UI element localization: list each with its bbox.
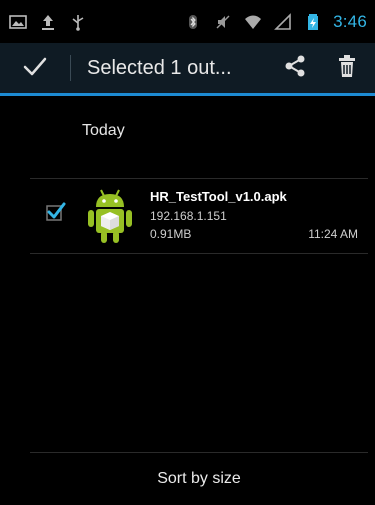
clock: 3:46 [333, 11, 367, 31]
picture-icon [8, 12, 28, 32]
status-bar: 3:46 [0, 0, 375, 43]
usb-icon [68, 12, 88, 32]
share-icon [281, 52, 309, 85]
checkbox[interactable] [46, 201, 66, 221]
sort-button[interactable]: Sort by size [30, 452, 368, 505]
trash-icon [333, 52, 361, 85]
file-size: 0.91MB [150, 227, 192, 241]
file-name: HR_TestTool_v1.0.apk [150, 189, 287, 204]
file-time: 11:24 AM [308, 227, 358, 241]
delete-button[interactable] [333, 54, 361, 82]
list-item[interactable]: HR_TestTool_v1.0.apk 192.168.1.151 0.91M… [30, 178, 368, 254]
file-host: 192.168.1.151 [150, 209, 227, 223]
android-apk-icon [85, 187, 135, 245]
sort-label: Sort by size [157, 470, 241, 487]
selection-title: Selected 1 out... [87, 56, 232, 79]
wifi-icon [243, 12, 263, 32]
signal-icon [273, 12, 293, 32]
upload-icon [38, 12, 58, 32]
file-list: Today HR_TestTool_v1.0.apk 192.168.1.151… [0, 96, 375, 452]
share-button[interactable] [281, 54, 309, 82]
action-bar: Selected 1 out... [0, 43, 375, 96]
battery-icon [303, 12, 323, 32]
mute-icon [213, 12, 233, 32]
checkmark-icon [21, 52, 49, 85]
done-button[interactable] [0, 43, 70, 93]
bluetooth-icon [183, 12, 203, 32]
section-header: Today [82, 122, 125, 139]
